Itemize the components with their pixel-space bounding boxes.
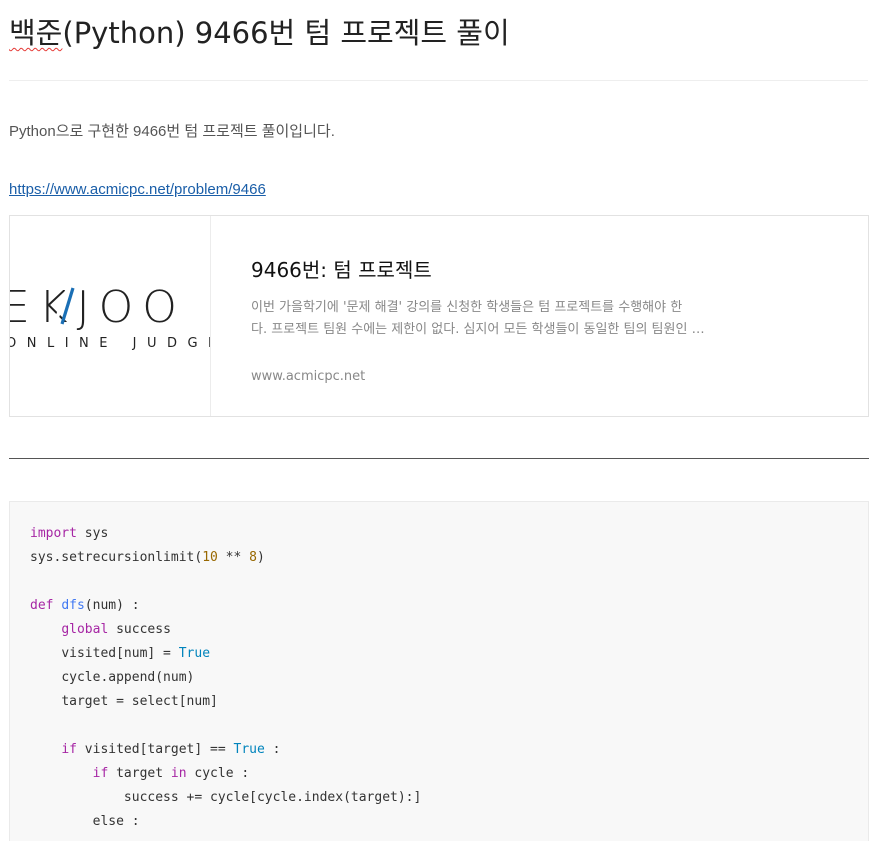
code-token: def (30, 598, 54, 613)
code-content: import sys sys.setrecursionlimit(10 ** 8… (10, 502, 868, 841)
post-intro: Python으로 구현한 9466번 텀 프로젝트 풀이입니다. (9, 123, 335, 140)
code-token: success (108, 622, 171, 637)
problem-link[interactable]: https://www.acmicpc.net/problem/9466 (9, 179, 266, 201)
blog-post-page: 백준(Python) 9466번 텀 프로젝트 풀이 Python으로 구현한 … (0, 0, 877, 841)
code-token: cycle.append(num) (61, 670, 195, 685)
logo-big-text: EKJOO (10, 282, 186, 333)
card-domain: www.acmicpc.net (251, 369, 366, 384)
code-token: ** (217, 550, 250, 565)
code-token: if (61, 742, 77, 757)
code-token: if (92, 766, 109, 781)
code-token: ) (256, 550, 265, 565)
card-description-line1: 이번 가을학기에 '문제 해결' 강의를 신청한 학생들은 텀 프로젝트를 수행… (251, 300, 683, 315)
code-token: True (178, 646, 211, 661)
code-block[interactable]: import sys sys.setrecursionlimit(10 ** 8… (9, 501, 869, 841)
code-token: target = select[num] (61, 694, 218, 709)
code-token: success += cycle[cycle.index(target):] (123, 790, 422, 805)
code-token: dfs (61, 598, 85, 613)
code-token: global (61, 622, 109, 637)
code-token: cycle : (186, 766, 250, 781)
code-token: True (233, 742, 265, 757)
baekjoon-logo-icon: EKJOO ONLINE JUDGE (10, 282, 211, 351)
code-token: visited[num] = (61, 646, 179, 661)
code-token: sys.setrecursionlimit( (30, 550, 203, 565)
logo-small-text: ONLINE JUDGE (10, 336, 211, 351)
code-token: sys (76, 526, 109, 541)
post-title-rest: (Python) 9466번 텀 프로젝트 풀이 (62, 16, 510, 50)
code-token: : (264, 742, 281, 757)
code-token: target (108, 766, 171, 781)
card-thumbnail: EKJOO ONLINE JUDGE (10, 216, 211, 416)
code-token: in (170, 766, 187, 781)
link-preview-card[interactable]: EKJOO ONLINE JUDGE 9466번: 텀 프로젝트 이번 가을학기… (9, 215, 869, 417)
code-token: 10 (202, 550, 218, 565)
title-divider (9, 80, 868, 81)
code-token: (num) : (84, 598, 140, 613)
card-description: 이번 가을학기에 '문제 해결' 강의를 신청한 학생들은 텀 프로젝트를 수행… (251, 297, 711, 341)
card-description-line2: 다. 프로젝트 팀원 수에는 제한이 없다. 심지어 모든 학생들이 동일한 팀… (251, 322, 711, 337)
post-title: 백준(Python) 9466번 텀 프로젝트 풀이 (9, 12, 510, 54)
card-title: 9466번: 텀 프로젝트 (251, 258, 432, 282)
section-divider (9, 458, 869, 459)
post-title-prefix: 백준 (9, 16, 63, 50)
code-token: visited[target] == (76, 742, 234, 757)
code-token: 8 (249, 550, 257, 565)
code-token: import (30, 526, 77, 541)
